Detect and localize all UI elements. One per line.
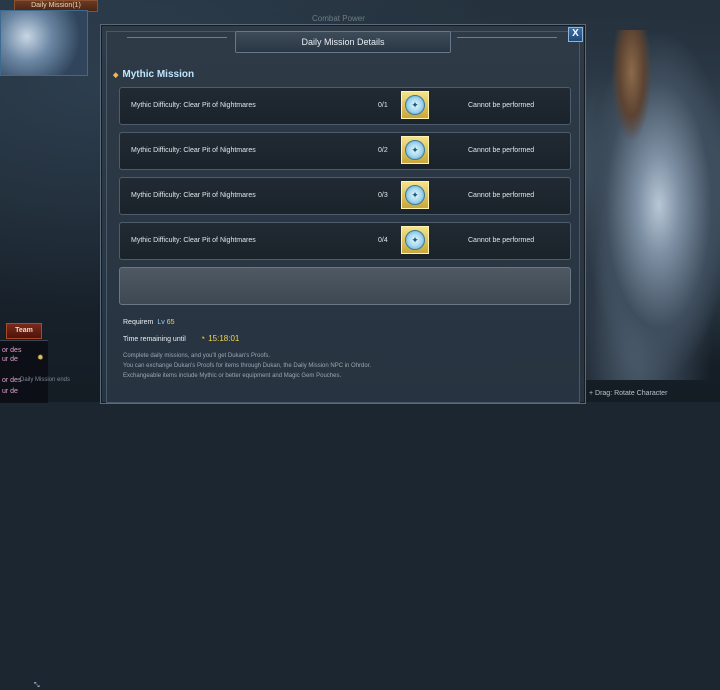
side-mission-text: Daily Mission ends [20, 377, 71, 383]
section-title-text: Mythic Mission [122, 69, 195, 80]
mission-row: Mythic Difficulty: Clear Pit of Nightmar… [119, 222, 571, 260]
collapse-icon[interactable]: ⤡ [34, 682, 40, 690]
reward-slot[interactable]: ✦ [401, 91, 429, 119]
side-line: or des [2, 347, 22, 354]
requirement: Requirem Lv 65 [123, 319, 175, 326]
reward-slot[interactable]: ✦ [401, 226, 429, 254]
time-label: Time remaining until [123, 336, 186, 343]
empty-mission-slot [119, 267, 571, 305]
rotate-hint: + Drag: Rotate Character [589, 390, 668, 397]
mission-status: Cannot be performed [468, 237, 535, 244]
mission-name: Mythic Difficulty: Clear Pit of Nightmar… [131, 192, 256, 199]
combat-power-label: Combat Power [312, 14, 365, 23]
description-line: You can exchange Dukan's Proofs for item… [123, 363, 372, 369]
section-bullet-icon: ◆ [113, 72, 119, 79]
title-ornament-right [457, 37, 557, 46]
mission-name: Mythic Difficulty: Clear Pit of Nightmar… [131, 237, 256, 244]
proof-token-icon: ✦ [405, 185, 425, 205]
dialog-title: Daily Mission Details [235, 31, 451, 53]
mission-progress: 0/4 [378, 237, 388, 244]
title-ornament-left [127, 37, 227, 46]
reward-slot[interactable]: ✦ [401, 136, 429, 164]
mission-name: Mythic Difficulty: Clear Pit of Nightmar… [131, 102, 256, 109]
time-value: 15:18:01 [208, 334, 240, 343]
side-line: or des [2, 377, 22, 384]
close-icon[interactable]: X [568, 27, 583, 42]
mission-status: Cannot be performed [468, 102, 535, 109]
clock-icon: ◔ [199, 333, 206, 343]
description-line: Complete daily missions, and you'll get … [123, 353, 271, 359]
level-icon: Lv [157, 319, 165, 326]
mission-name: Mythic Difficulty: Clear Pit of Nightmar… [131, 147, 256, 154]
time-remaining: Time remaining until ◔ 15:18:01 [123, 333, 239, 343]
requirement-label: Requirem [123, 319, 154, 326]
mission-progress: 0/1 [378, 102, 388, 109]
mission-row: Mythic Difficulty: Clear Pit of Nightmar… [119, 87, 571, 125]
side-panel: ⤡ or des ur de ✹ or des ur de [0, 340, 48, 689]
team-button[interactable]: Team [6, 323, 42, 339]
requirement-level: 65 [166, 319, 175, 326]
character-model[interactable] [584, 30, 720, 380]
mission-status: Cannot be performed [468, 192, 535, 199]
mission-row: Mythic Difficulty: Clear Pit of Nightmar… [119, 132, 571, 170]
daily-mission-details-dialog: Daily Mission Details X ◆ Mythic Mission … [100, 24, 586, 404]
proof-token-icon: ✦ [405, 230, 425, 250]
proof-token-icon: ✦ [405, 140, 425, 160]
description-line: Exchangeable items include Mythic or bet… [123, 373, 342, 379]
side-line: ur de [2, 356, 18, 363]
mission-row: Mythic Difficulty: Clear Pit of Nightmar… [119, 177, 571, 215]
reward-slot[interactable]: ✦ [401, 181, 429, 209]
mission-progress: 0/2 [378, 147, 388, 154]
mission-status: Cannot be performed [468, 147, 535, 154]
section-title: ◆ Mythic Mission [113, 69, 194, 80]
mission-progress: 0/3 [378, 192, 388, 199]
gear-icon[interactable]: ✹ [37, 353, 44, 362]
proof-token-icon: ✦ [405, 95, 425, 115]
character-portrait [0, 10, 88, 76]
side-line: ur de [2, 388, 18, 395]
